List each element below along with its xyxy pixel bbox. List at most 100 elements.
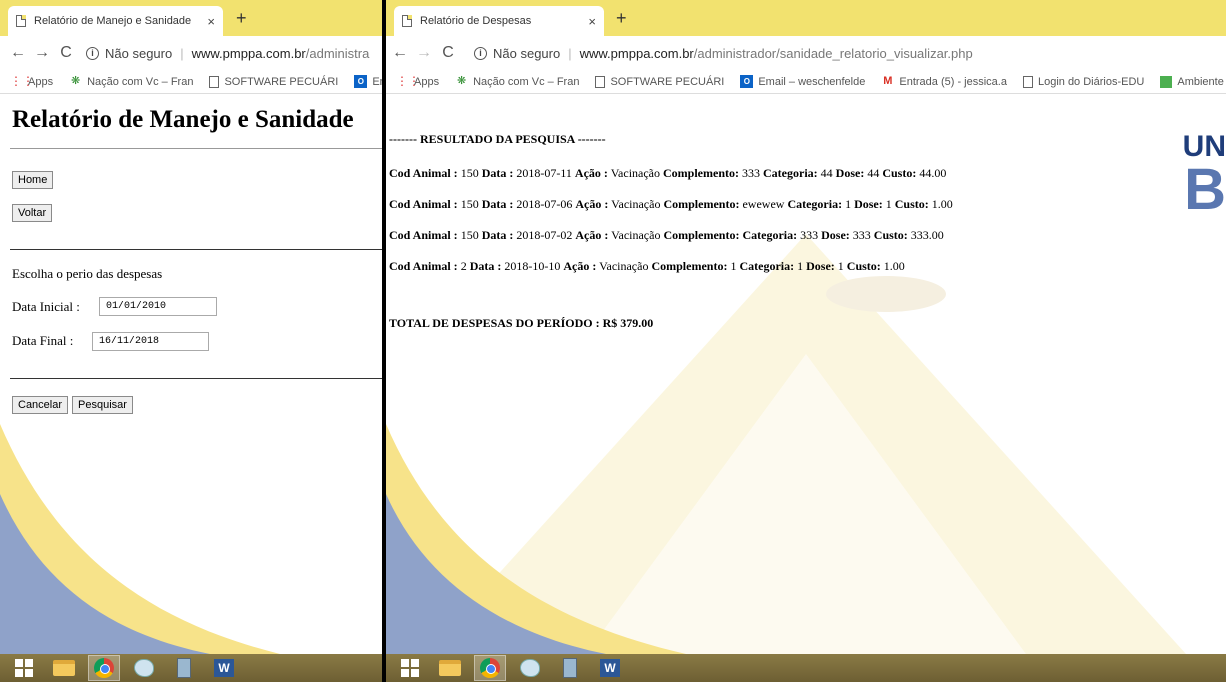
tab-title: Relatório de Manejo e Sanidade [34,15,192,27]
page-icon [402,15,412,27]
start-date-input[interactable] [99,297,217,316]
field-label-dose: Dose: [806,259,835,273]
nacao-icon: ❋ [70,75,81,87]
field-label-categoria: Categoria: [763,166,818,180]
bookmark-diarios[interactable]: Login do Diários-EDU [1022,75,1145,88]
result-row: Cod Animal : 2 Data : 2018-10-10 Ação : … [389,259,905,274]
tab-relatorio-despesas[interactable]: Relatório de Despesas × [394,6,604,36]
field-value-cod: 150 [460,197,479,211]
reload-icon[interactable]: C [436,44,460,62]
windows-start-icon[interactable] [8,655,40,681]
chrome-icon[interactable] [474,655,506,681]
tab-close-icon[interactable]: × [207,14,215,29]
total-text: TOTAL DE DESPESAS DO PERÍODO : R$ 379.00 [389,316,654,330]
bookmark-email[interactable]: O Email – weschenfelde [740,75,865,88]
result-header-text: ------- RESULTADO DA PESQUISA ------- [389,132,606,146]
tab-relatorio-manejo[interactable]: Relatório de Manejo e Sanidade × [8,6,223,36]
bookmark-apps[interactable]: ⋮⋮ Apps [396,75,439,88]
address-bar[interactable]: i Não seguro | www.pmppa.com.br /adminis… [86,46,382,61]
calculator-icon[interactable] [554,655,586,681]
field-value-categoria: 44 [820,166,833,180]
info-icon[interactable]: i [86,46,99,60]
bookmark-label: Apps [28,75,54,88]
windows-start-icon[interactable] [394,655,426,681]
field-value-data: 2018-07-06 [516,197,573,211]
bookmark-nacao[interactable]: ❋ Nação com Vc – Fran [69,75,193,88]
field-value-acao: Vacinação [599,259,649,273]
divider [10,249,382,250]
outlook-icon: O [354,75,368,88]
word-icon[interactable]: W [594,655,626,681]
info-icon[interactable]: i [474,46,487,60]
bookmark-nacao[interactable]: ❋ Nação com Vc – Fran [455,75,579,88]
divider [10,148,382,149]
paint-icon[interactable] [514,655,546,681]
bookmark-label: SOFTWARE PECUÁRI [224,75,339,88]
bookmark-label: Apps [414,75,440,88]
browser-toolbar: ← → C i Não seguro | www.pmppa.com.br /a… [386,36,1226,70]
forward-arrow-icon[interactable]: → [412,44,436,62]
bookmark-software[interactable]: SOFTWARE PECUÁRI [209,75,339,88]
word-icon[interactable]: W [208,655,240,681]
bookmark-apps[interactable]: ⋮⋮ Apps [10,75,53,88]
field-value-categoria: 1 [845,197,852,211]
file-explorer-icon[interactable] [434,655,466,681]
bookmark-software[interactable]: SOFTWARE PECUÁRI [595,75,724,88]
file-explorer-icon[interactable] [48,655,80,681]
result-header: ------- RESULTADO DA PESQUISA ------- [389,132,606,147]
field-label-categoria: Categoria: [742,228,798,242]
field-label-custo: Custo: [846,259,881,273]
taskbar-left: W [0,654,382,682]
paint-icon[interactable] [128,655,160,681]
address-bar[interactable]: i Não seguro | www.pmppa.com.br /adminis… [474,46,1226,61]
tab-strip: Relatório de Despesas × + [386,0,1226,36]
page-icon [16,15,26,27]
bookmark-label: Login do Diários-EDU [1037,75,1145,88]
calculator-icon[interactable] [168,655,200,681]
field-label-categoria: Categoria: [739,259,795,273]
field-value-data: 2018-07-11 [516,166,572,180]
field-label-acao: Ação : [575,228,609,242]
home-button[interactable]: Home [12,171,54,189]
field-label-acao: Ação : [563,259,597,273]
gmail-icon: M [883,75,893,87]
new-tab-button[interactable]: + [616,8,627,29]
end-date-label: Data Final : [12,333,74,348]
result-row: Cod Animal : 150 Data : 2018-07-06 Ação … [389,197,953,212]
end-date-input[interactable] [92,332,209,351]
apps-grid-icon: ⋮⋮ [10,74,34,88]
tab-strip: Relatório de Manejo e Sanidade × + [0,0,382,36]
field-value-data: 2018-07-02 [516,228,573,242]
tab-close-icon[interactable]: × [588,14,596,29]
field-value-acao: Vacinação [610,166,661,180]
field-label-dose: Dose: [835,166,865,180]
reload-icon[interactable]: C [54,44,78,62]
bookmark-label: Nação com Vc – Fran [473,75,580,88]
field-value-custo: 44.00 [919,166,947,180]
chrome-icon[interactable] [88,655,120,681]
tab-title: Relatório de Despesas [420,15,532,27]
back-arrow-icon[interactable]: ← [388,44,412,62]
search-button[interactable]: Pesquisar [72,396,133,414]
field-value-cod: 150 [460,228,479,242]
field-value-dose: 44 [867,166,880,180]
field-value-acao: Vacinação [611,197,661,211]
bookmark-ambiente[interactable]: Ambiente Vi [1160,75,1226,88]
bookmark-label: En [372,75,382,88]
background-swoosh [0,424,280,654]
field-value-complemento: 1 [730,259,737,273]
page-title: Relatório de Manejo e Sanidade [12,106,354,133]
field-label-custo: Custo: [873,228,908,242]
bookmark-email[interactable]: O En [354,75,382,88]
forward-arrow-icon[interactable]: → [30,44,54,62]
field-label-cod: Cod Animal : [389,228,458,242]
bookmarks-bar: ⋮⋮ Apps ❋ Nação com Vc – Fran SOFTWARE PEC… [386,70,1226,94]
back-arrow-icon[interactable]: ← [6,44,30,62]
back-button[interactable]: Voltar [12,204,53,222]
bookmark-gmail[interactable]: M Entrada (5) - jessica.a [881,75,1007,88]
field-label-cod: Cod Animal : [389,166,458,180]
cancel-button[interactable]: Cancelar [12,396,69,414]
result-row: Cod Animal : 150 Data : 2018-07-02 Ação … [389,228,944,243]
new-tab-button[interactable]: + [236,8,247,29]
browser-toolbar: ← → C i Não seguro | www.pmppa.com.br /a… [0,36,382,70]
